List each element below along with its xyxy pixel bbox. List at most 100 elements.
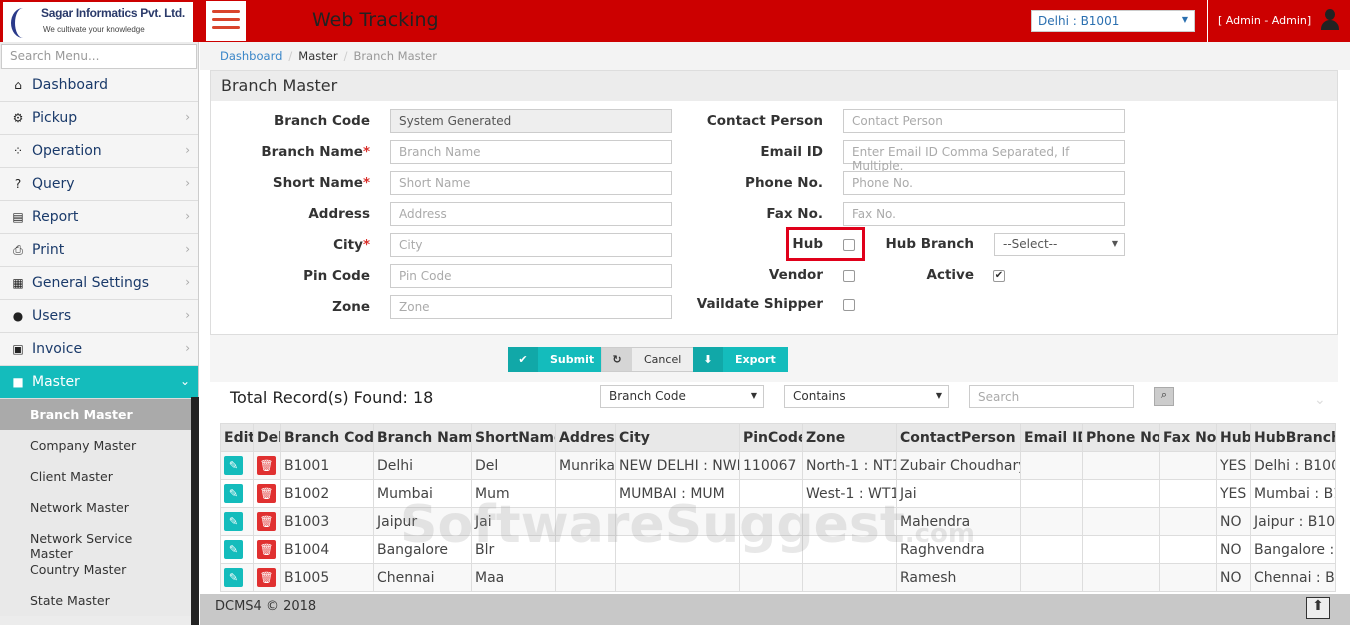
email-idinput[interactable]: Enter Email ID Comma Separated, If Multi…: [843, 140, 1125, 164]
sidebar-item-dashboard[interactable]: ⌂Dashboard: [0, 69, 198, 102]
sidebar-item-general-settings[interactable]: ▦General Settings›: [0, 267, 198, 300]
edit-icon[interactable]: ✎: [224, 484, 243, 503]
delete-icon[interactable]: 🗑: [257, 568, 276, 587]
user-label[interactable]: [ Admin - Admin]: [1207, 0, 1321, 42]
column-header[interactable]: Fax No.: [1160, 424, 1217, 452]
table-cell: [616, 536, 740, 564]
column-header[interactable]: Branch Name: [374, 424, 472, 452]
table-cell: NO: [1217, 536, 1251, 564]
validate-shipper-checkbox[interactable]: [843, 299, 855, 311]
sidebar-scrollbar[interactable]: [191, 397, 199, 625]
edit-icon[interactable]: ✎: [224, 456, 243, 475]
sidebar-item-print[interactable]: ⎙Print›: [0, 234, 198, 267]
city-input[interactable]: City: [390, 233, 672, 257]
submenu-item[interactable]: Branch Master: [0, 399, 191, 430]
sidebar-item-report[interactable]: ▤Report›: [0, 201, 198, 234]
collapse-chevron-icon[interactable]: ⌄: [1314, 392, 1326, 408]
submenu-item[interactable]: Network Service Master: [0, 523, 191, 554]
list-search-input[interactable]: Search: [969, 385, 1134, 408]
fax-no-input[interactable]: Fax No.: [843, 202, 1125, 226]
table-cell: Del: [472, 452, 556, 480]
column-header[interactable]: PinCode: [740, 424, 803, 452]
company-name: Sagar Informatics Pvt. Ltd.: [41, 6, 189, 20]
phone-no-input[interactable]: Phone No.: [843, 171, 1125, 195]
vendor-checkbox[interactable]: [843, 270, 855, 282]
address-input[interactable]: Address: [390, 202, 672, 226]
submenu-item[interactable]: Company Master: [0, 430, 191, 461]
table-cell: Mum: [472, 480, 556, 508]
table-cell: Maa: [472, 564, 556, 592]
branch-code-input[interactable]: System Generated: [390, 109, 672, 133]
filter-operator-select[interactable]: Contains: [784, 385, 949, 408]
column-header[interactable]: HubBranch: [1251, 424, 1336, 452]
edit-icon[interactable]: ✎: [224, 540, 243, 559]
search-button[interactable]: ⌕: [1154, 387, 1174, 406]
cancel-button[interactable]: ↻Cancel: [601, 347, 694, 372]
table-cell: [1160, 508, 1217, 536]
column-header[interactable]: Hub: [1217, 424, 1251, 452]
company-logo[interactable]: Sagar Informatics Pvt. Ltd.We cultivate …: [3, 2, 193, 42]
sidebar-item-label: Print: [32, 242, 64, 258]
check-icon: ✔: [508, 347, 538, 372]
column-header[interactable]: Email ID: [1021, 424, 1083, 452]
user-icon[interactable]: [1320, 9, 1340, 31]
table-cell: [1160, 452, 1217, 480]
user-icon: ●: [10, 309, 26, 323]
table-cell: MUMBAI : MUM: [616, 480, 740, 508]
sidebar-item-users[interactable]: ●Users›: [0, 300, 198, 333]
scroll-top-button[interactable]: ⬆: [1306, 597, 1330, 619]
column-header[interactable]: Branch Code: [281, 424, 374, 452]
pin-code-input[interactable]: Pin Code: [390, 264, 672, 288]
chevron-right-icon: ›: [185, 110, 190, 124]
column-header[interactable]: ContactPerson: [897, 424, 1021, 452]
app-title: Web Tracking: [312, 9, 439, 31]
edit-icon[interactable]: ✎: [224, 512, 243, 531]
table-cell: [616, 508, 740, 536]
delete-icon[interactable]: 🗑: [257, 512, 276, 531]
table-row: ✎🗑B1003JaipurJaiMahendraNOJaipur : B1003: [221, 508, 1336, 536]
sidebar-item-master[interactable]: ■Master⌄: [0, 366, 198, 399]
sidebar-item-label: Dashboard: [32, 77, 108, 93]
submit-button[interactable]: ✔Submit: [508, 347, 606, 372]
delete-icon[interactable]: 🗑: [257, 540, 276, 559]
short-name-input[interactable]: Short Name: [390, 171, 672, 195]
column-header[interactable]: Address: [556, 424, 616, 452]
submenu-item[interactable]: State Master: [0, 585, 191, 616]
sidebar-item-operation[interactable]: ⁘Operation›: [0, 135, 198, 168]
breadcrumb-master[interactable]: Master: [298, 49, 337, 63]
delete-icon[interactable]: 🗑: [257, 484, 276, 503]
hub-branch-select[interactable]: --Select--: [994, 233, 1125, 256]
contact-personinput[interactable]: Contact Person: [843, 109, 1125, 133]
page-title: Branch Master: [211, 71, 1337, 101]
chevron-right-icon: ›: [185, 341, 190, 355]
table-cell: [1021, 564, 1083, 592]
active-checkbox[interactable]: ✔: [993, 270, 1005, 282]
menu-toggle-button[interactable]: [206, 1, 246, 41]
breadcrumb-dashboard[interactable]: Dashboard: [220, 49, 282, 63]
column-header[interactable]: Edit: [221, 424, 254, 452]
column-header[interactable]: Del: [254, 424, 281, 452]
chevron-right-icon: ›: [185, 176, 190, 190]
zone-input[interactable]: Zone: [390, 295, 672, 319]
delete-icon[interactable]: 🗑: [257, 456, 276, 475]
menu-search-input[interactable]: Search Menu...: [1, 44, 197, 69]
sidebar-item-invoice[interactable]: ▣Invoice›: [0, 333, 198, 366]
table-cell: [1160, 480, 1217, 508]
filter-field-select[interactable]: Branch Code: [600, 385, 764, 408]
column-header[interactable]: Zone: [803, 424, 897, 452]
table-cell: [740, 564, 803, 592]
branch-select[interactable]: Delhi : B1001: [1031, 10, 1195, 32]
submenu-item[interactable]: Country Master: [0, 554, 191, 585]
refresh-icon: ↻: [602, 348, 632, 371]
submenu-item[interactable]: Network Master: [0, 492, 191, 523]
table-cell: B1004: [281, 536, 374, 564]
column-header[interactable]: Phone No.: [1083, 424, 1160, 452]
branch-name-input[interactable]: Branch Name: [390, 140, 672, 164]
submenu-item[interactable]: Client Master: [0, 461, 191, 492]
edit-icon[interactable]: ✎: [224, 568, 243, 587]
sidebar-item-query[interactable]: ?Query›: [0, 168, 198, 201]
export-button[interactable]: ⬇Export: [693, 347, 788, 372]
sidebar-item-pickup[interactable]: ⚙Pickup›: [0, 102, 198, 135]
column-header[interactable]: City: [616, 424, 740, 452]
column-header[interactable]: ShortName: [472, 424, 556, 452]
